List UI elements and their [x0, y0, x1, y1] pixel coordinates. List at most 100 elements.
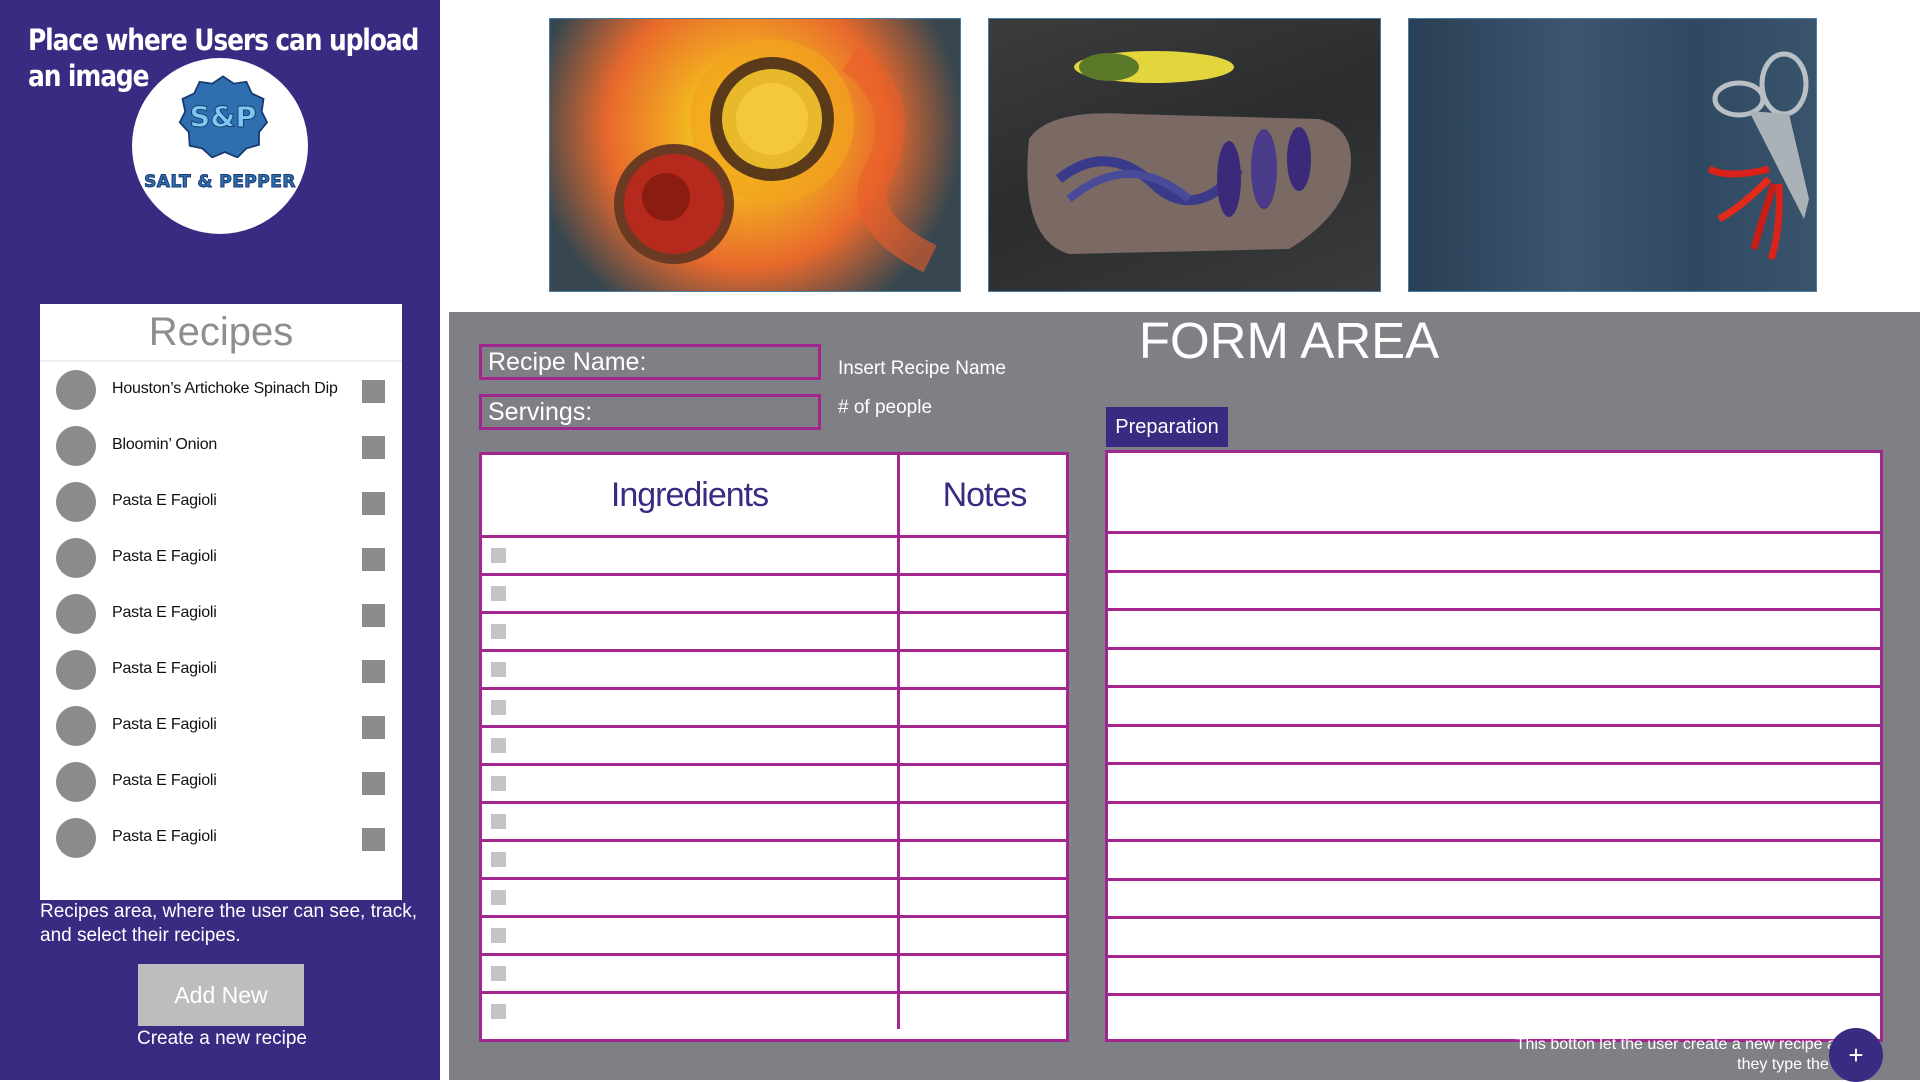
- ingredient-cell[interactable]: [482, 804, 900, 839]
- ingredient-row[interactable]: [482, 611, 1066, 649]
- preparation-box[interactable]: [1105, 450, 1883, 1042]
- ingredient-checkbox[interactable]: [491, 548, 506, 563]
- recipe-list-item[interactable]: Pasta E Fagioli: [40, 754, 402, 810]
- ingredient-checkbox[interactable]: [491, 814, 506, 829]
- recipes-panel: Recipes Houston’s Artichoke Spinach Dip B…: [40, 304, 402, 900]
- ingredient-row[interactable]: [482, 763, 1066, 801]
- ingredient-checkbox[interactable]: [491, 700, 506, 715]
- ingredient-cell[interactable]: [482, 728, 900, 763]
- recipe-avatar-icon: [56, 482, 96, 522]
- preparation-row[interactable]: [1108, 800, 1880, 839]
- recipe-checkbox[interactable]: [362, 828, 385, 851]
- recipe-name: Pasta E Fagioli: [112, 772, 217, 789]
- preparation-row[interactable]: [1108, 954, 1880, 993]
- recipe-checkbox[interactable]: [362, 660, 385, 683]
- ingredient-row[interactable]: [482, 953, 1066, 991]
- ingredient-checkbox[interactable]: [491, 928, 506, 943]
- recipe-checkbox[interactable]: [362, 548, 385, 571]
- ingredient-checkbox[interactable]: [491, 662, 506, 677]
- recipe-list-item[interactable]: Pasta E Fagioli: [40, 586, 402, 642]
- recipe-checkbox[interactable]: [362, 772, 385, 795]
- spices-illustration: [614, 39, 937, 273]
- servings-field[interactable]: Servings:: [479, 394, 821, 430]
- ingredient-cell[interactable]: [482, 766, 900, 801]
- recipe-checkbox[interactable]: [362, 604, 385, 627]
- preparation-row[interactable]: [1108, 993, 1880, 1031]
- create-button-note: This botton let the user create a new re…: [1515, 1036, 1859, 1073]
- recipe-list-item[interactable]: Pasta E Fagioli: [40, 530, 402, 586]
- preparation-row[interactable]: [1108, 839, 1880, 877]
- ingredient-checkbox[interactable]: [491, 852, 506, 867]
- add-new-button[interactable]: Add New: [138, 964, 304, 1026]
- ingredient-checkbox[interactable]: [491, 624, 506, 639]
- recipe-name: Pasta E Fagioli: [112, 604, 217, 621]
- ingredients-header: Ingredients: [482, 455, 900, 535]
- ingredient-row[interactable]: [482, 991, 1066, 1029]
- ingredient-checkbox[interactable]: [491, 966, 506, 981]
- preparation-row[interactable]: [1108, 916, 1880, 954]
- ingredient-cell[interactable]: [482, 842, 900, 877]
- recipe-list-item[interactable]: Pasta E Fagioli: [40, 698, 402, 754]
- spices-photo: [549, 18, 961, 292]
- recipe-list-item[interactable]: Pasta E Fagioli: [40, 474, 402, 530]
- ingredient-cell[interactable]: [482, 576, 900, 611]
- recipes-title: Recipes: [40, 304, 402, 362]
- ingredient-row[interactable]: [482, 839, 1066, 877]
- recipe-name: Pasta E Fagioli: [112, 828, 217, 845]
- ingredient-row[interactable]: [482, 573, 1066, 611]
- ingredient-row[interactable]: [482, 535, 1066, 573]
- ingredient-cell[interactable]: [482, 652, 900, 687]
- logo-text: SALT & PEPPER: [144, 172, 296, 193]
- recipe-avatar-icon: [56, 538, 96, 578]
- recipe-checkbox[interactable]: [362, 380, 385, 403]
- recipe-avatar-icon: [56, 762, 96, 802]
- logo[interactable]: S&P SALT & PEPPER: [132, 58, 308, 234]
- recipe-name: Bloomin’ Onion: [112, 436, 218, 453]
- ingredient-row[interactable]: [482, 877, 1066, 915]
- ingredient-checkbox[interactable]: [491, 738, 506, 753]
- recipe-checkbox[interactable]: [362, 716, 385, 739]
- preparation-row[interactable]: [1108, 877, 1880, 916]
- recipe-list-item[interactable]: Pasta E Fagioli: [40, 810, 402, 866]
- ingredient-cell[interactable]: [482, 880, 900, 915]
- ingredients-table: Ingredients Notes: [479, 452, 1069, 1042]
- ingredient-cell[interactable]: [482, 538, 900, 573]
- ingredient-row[interactable]: [482, 725, 1066, 763]
- ingredient-checkbox[interactable]: [491, 890, 506, 905]
- recipe-checkbox[interactable]: [362, 436, 385, 459]
- ingredient-row[interactable]: [482, 649, 1066, 687]
- ingredient-cell[interactable]: [482, 956, 900, 991]
- ingredient-checkbox[interactable]: [491, 776, 506, 791]
- logo-badge-text: S&P: [190, 100, 257, 134]
- recipe-name-field[interactable]: Recipe Name:: [479, 344, 821, 380]
- ingredient-row[interactable]: [482, 687, 1066, 725]
- recipe-checkbox[interactable]: [362, 492, 385, 515]
- preparation-row[interactable]: [1108, 608, 1880, 646]
- recipe-avatar-icon: [56, 706, 96, 746]
- ingredient-row[interactable]: [482, 915, 1066, 953]
- recipe-list-item[interactable]: Pasta E Fagioli: [40, 642, 402, 698]
- create-recipe-button[interactable]: +: [1829, 1028, 1883, 1082]
- ingredient-cell[interactable]: [482, 690, 900, 725]
- preparation-row[interactable]: [1108, 685, 1880, 723]
- logo-badge-icon: S&P: [178, 75, 268, 158]
- ingredient-cell[interactable]: [482, 918, 900, 953]
- ingredient-row[interactable]: [482, 801, 1066, 839]
- preparation-row[interactable]: [1108, 646, 1880, 685]
- recipe-name: Pasta E Fagioli: [112, 660, 217, 677]
- ingredient-cell[interactable]: [482, 994, 900, 1029]
- recipe-name: Pasta E Fagioli: [112, 492, 217, 509]
- notes-header: Notes: [942, 476, 1028, 514]
- preparation-row[interactable]: [1108, 531, 1880, 569]
- ingredient-checkbox[interactable]: [491, 1004, 506, 1019]
- form-area: FORM AREA Recipe Name: Insert Recipe Nam…: [449, 312, 1920, 1082]
- preparation-row[interactable]: [1108, 723, 1880, 762]
- recipe-list-item[interactable]: Houston’s Artichoke Spinach Dip: [40, 362, 402, 418]
- preparation-tab[interactable]: Preparation: [1106, 407, 1228, 447]
- ingredient-checkbox[interactable]: [491, 586, 506, 601]
- preparation-row[interactable]: [1108, 762, 1880, 800]
- ingredient-cell[interactable]: [482, 614, 900, 649]
- recipe-list-item[interactable]: Bloomin’ Onion: [40, 418, 402, 474]
- preparation-row[interactable]: [1108, 569, 1880, 608]
- recipe-avatar-icon: [56, 370, 96, 410]
